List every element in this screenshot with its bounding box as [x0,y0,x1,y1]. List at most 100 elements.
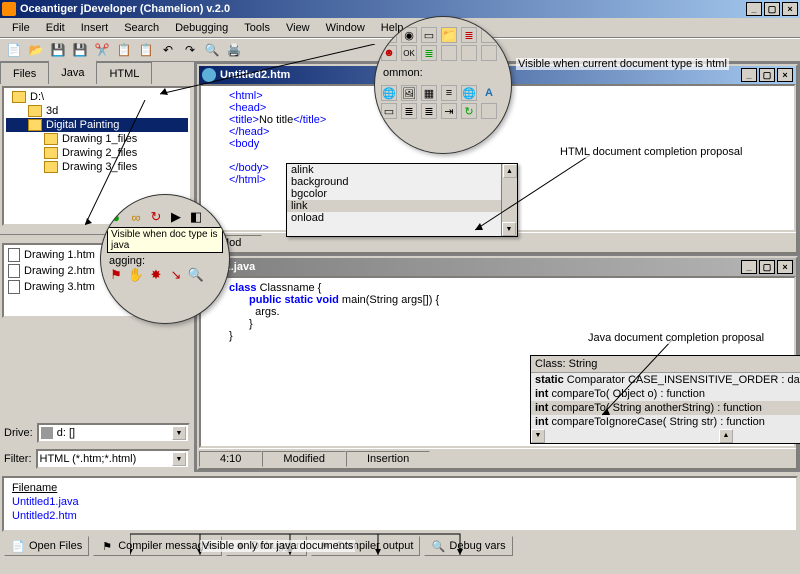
folder-icon [44,147,58,159]
menu-debugging[interactable]: Debugging [167,20,236,36]
open-file-link[interactable]: Untitled1.java [12,496,788,508]
doc-close-button[interactable]: × [777,68,793,82]
chevron-down-icon[interactable]: ▼ [172,426,186,440]
filename-label: Filename [12,482,57,494]
doc-icon [202,68,216,82]
completion-item[interactable]: int compareToIgnoreCase( String str) : f… [531,415,800,429]
redo-icon[interactable]: ↷ [180,40,200,60]
tab-files[interactable]: Files [0,62,49,84]
completion-item[interactable]: static Comparator CASE_INSENSITIVE_ORDER… [531,373,800,387]
file-icon [8,280,20,294]
scrollbar[interactable]: ▲▼ [501,164,517,236]
menu-edit[interactable]: Edit [38,20,73,36]
tree-item: Drawing 1_files [6,132,188,146]
folder-icon [44,161,58,173]
save-all-icon[interactable]: 💾 [70,40,90,60]
close-button[interactable]: × [782,2,798,16]
scroll-down-icon[interactable]: ▼ [502,222,516,236]
folder-open-icon [12,91,26,103]
doc-window-java: itled1.java _ ▢ × class Classname { publ… [197,256,798,470]
refresh-icon: ↻ [149,210,163,224]
tab-debug-vars[interactable]: 🔍Debug vars [424,536,512,556]
search-icon: 🔍 [189,268,203,282]
java-toolbar-lens: ●∞↻▶◧ Visible when doc type is java aggi… [100,194,230,324]
scrollbar[interactable]: ▲▼ [531,429,800,443]
app-icon [2,2,16,16]
tab-html[interactable]: HTML [96,62,152,84]
doc-close-button[interactable]: × [777,260,793,274]
list-ul-icon: ≣ [421,103,437,119]
files-icon: 📄 [11,539,25,553]
minimize-button[interactable]: _ [746,2,762,16]
flag-icon: ⚑ [100,539,114,553]
filter-combo[interactable]: HTML (*.htm;*.html)▼ [36,449,191,469]
undo-icon[interactable]: ↶ [158,40,178,60]
tree-item: Drawing 3_files [6,160,188,174]
completion-item[interactable]: onload [287,212,517,224]
flag-icon: ⚑ [109,268,123,282]
menu-file[interactable]: File [4,20,38,36]
completion-header: Class: String [531,356,800,373]
tab-open-files[interactable]: 📄Open Files [4,536,89,556]
status-position: 4:10 [199,451,262,467]
globe-icon: 🌐 [461,85,477,101]
print-icon[interactable]: 🖨️ [224,40,244,60]
scroll-down-icon[interactable]: ▼ [531,429,545,443]
find-icon[interactable]: 🔍 [202,40,222,60]
menu-insert[interactable]: Insert [73,20,117,36]
caption: ommon: [375,65,511,81]
scroll-up-icon[interactable]: ▲ [503,164,517,178]
menu-search[interactable]: Search [116,20,167,36]
java-completion-popup[interactable]: Class: String static Comparator CASE_INS… [530,355,800,444]
tab-compiler-messages[interactable]: ⚑Compiler messages [93,536,222,556]
eraser-icon: ◧ [189,210,203,224]
menu-tools[interactable]: Tools [236,20,278,36]
tab-compiler-output[interactable]: ⚑Compiler output [311,536,421,556]
drive-icon [41,427,53,439]
new-file-icon[interactable]: 📄 [4,40,24,60]
doc-maximize-button[interactable]: ▢ [759,260,775,274]
caption: agging: [101,255,229,267]
ok-icon: OK [401,45,417,61]
tab-java[interactable]: Java [48,60,97,84]
flag-icon: ≣ [461,27,477,43]
doc-minimize-button[interactable]: _ [741,68,757,82]
status-modified: Modified [262,451,346,467]
folder-icon: 📁 [441,27,457,43]
completion-item[interactable]: alink [287,164,517,176]
doc-maximize-button[interactable]: ▢ [759,68,775,82]
drive-combo[interactable]: d: []▼ [37,423,190,443]
java-editor[interactable]: class Classname { public static void mai… [199,276,796,448]
html-completion-popup[interactable]: alink background bgcolor link onload ▲▼ [286,163,518,237]
bug-icon: ✸ [149,268,163,282]
maximize-button[interactable]: ▢ [764,2,780,16]
form-icon: ▭ [381,103,397,119]
menu-view[interactable]: View [278,20,318,36]
open-file-link[interactable]: Untitled2.htm [12,510,788,522]
completion-item[interactable]: int compareTo( Object o) : function [531,387,800,401]
globe-icon: 🌐 [381,85,397,101]
paste-icon[interactable]: 📋 [136,40,156,60]
cut-icon[interactable]: ✂️ [92,40,112,60]
tooltip: Visible when doc type is java [107,227,223,253]
save-icon[interactable]: 💾 [48,40,68,60]
doc-minimize-button[interactable]: _ [741,260,757,274]
tab-debugger[interactable]: ✸Debugger [226,536,306,556]
open-file-icon[interactable]: 📂 [26,40,46,60]
image-icon: 🖼 [401,85,417,101]
menu-window[interactable]: Window [318,20,373,36]
hand-icon: ✋ [129,268,143,282]
search-icon: 🔍 [431,539,445,553]
completion-item-selected[interactable]: link [287,200,517,212]
drive-label: Drive: [4,427,33,439]
chevron-down-icon[interactable]: ▼ [172,452,186,466]
completion-item[interactable]: bgcolor [287,188,517,200]
copy-icon[interactable]: 📋 [114,40,134,60]
completion-item-selected[interactable]: int compareTo( String anotherString) : f… [531,401,800,415]
completion-item[interactable]: background [287,176,517,188]
flag-icon: ⚑ [318,539,332,553]
radio-icon: ◉ [401,27,417,43]
folder-icon [28,105,42,117]
square-icon: ▭ [421,27,437,43]
scroll-up-icon[interactable]: ▲ [719,429,733,443]
